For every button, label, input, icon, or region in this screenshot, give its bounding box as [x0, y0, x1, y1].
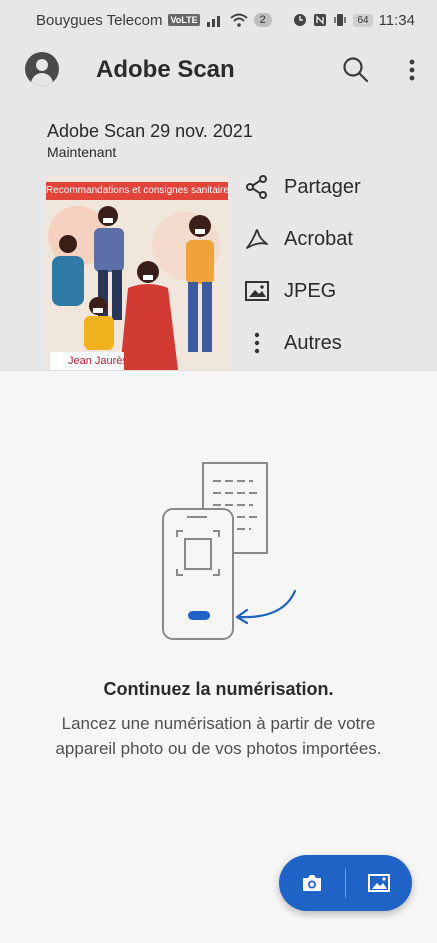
- carrier-name: Bouygues Telecom: [36, 11, 163, 29]
- battery-level: 64: [353, 13, 373, 27]
- action-more[interactable]: Autres: [244, 328, 342, 358]
- image-icon: [244, 278, 270, 304]
- notification-count: 2: [253, 13, 272, 27]
- share-icon: [244, 174, 270, 200]
- more-vert-icon[interactable]: [400, 54, 424, 86]
- app-title: Adobe Scan: [96, 56, 235, 83]
- acrobat-icon: [244, 226, 270, 252]
- scan-illustration: [162, 462, 297, 640]
- action-acrobat[interactable]: Acrobat: [244, 224, 353, 254]
- action-acrobat-label: Acrobat: [284, 227, 353, 250]
- import-photos-button[interactable]: [346, 855, 412, 911]
- nfc-icon: [314, 14, 327, 26]
- app-bar: Adobe Scan: [0, 40, 437, 102]
- university-logo: Jean Jaurès: [50, 352, 124, 370]
- scan-fab: [279, 855, 412, 911]
- gallery-icon: [368, 874, 390, 892]
- clock: 11:34: [378, 11, 415, 29]
- action-jpeg[interactable]: JPEG: [244, 276, 336, 306]
- camera-button[interactable]: [279, 855, 345, 911]
- more-vert-icon: [244, 330, 270, 356]
- camera-icon: [303, 875, 321, 891]
- signal-icon: [206, 16, 220, 27]
- status-bar: Bouygues Telecom VoLTE 2 64 11:34: [0, 0, 437, 40]
- status-left: Bouygues Telecom VoLTE 2: [36, 12, 272, 29]
- wifi-icon: [229, 13, 248, 27]
- scan-name: Adobe Scan 29 nov. 2021: [47, 121, 253, 141]
- action-share[interactable]: Partager: [244, 172, 361, 202]
- scan-time: Maintenant: [47, 144, 117, 160]
- search-icon[interactable]: [340, 54, 372, 86]
- empty-state-body: Lancez une numérisation à partir de votr…: [55, 714, 382, 758]
- volte-badge: VoLTE: [168, 14, 200, 26]
- alarm-icon: [294, 14, 307, 26]
- recent-scan-card[interactable]: Adobe Scan 29 nov. 2021 Maintenant Recom…: [0, 102, 437, 370]
- empty-state-title: Continuez la numérisation.: [103, 679, 334, 699]
- action-share-label: Partager: [284, 175, 361, 198]
- action-jpeg-label: JPEG: [284, 279, 337, 302]
- scan-thumbnail[interactable]: Recommandations et consignes sanitaires …: [46, 176, 228, 370]
- thumbnail-illustration: [46, 200, 228, 370]
- status-right: 64 11:34: [293, 12, 415, 29]
- vibrate-icon: [334, 14, 347, 26]
- action-more-label: Autres: [284, 331, 342, 354]
- account-icon[interactable]: [25, 52, 59, 86]
